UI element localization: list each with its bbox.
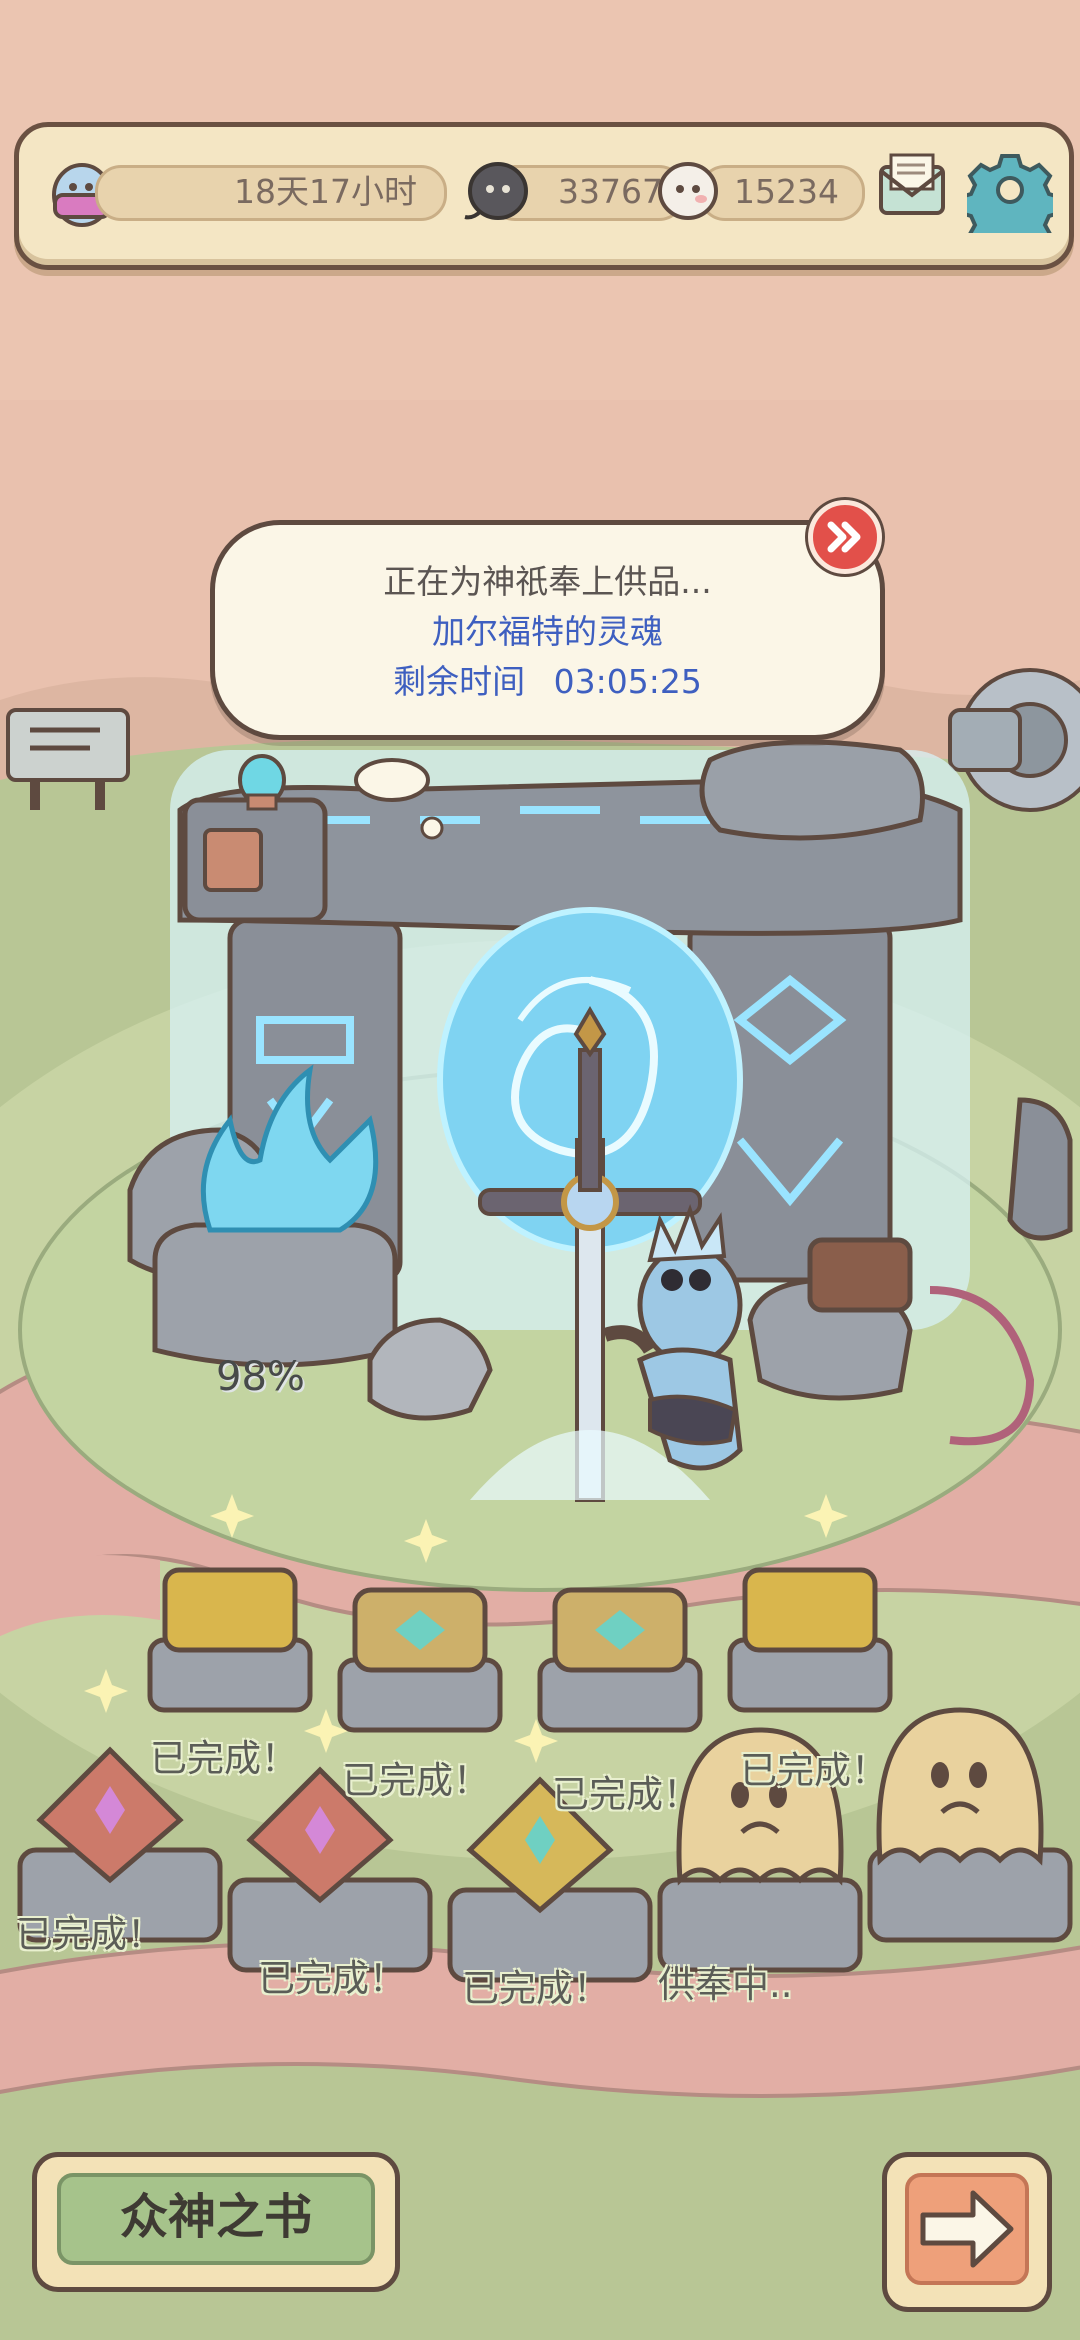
bubble-timer-row: 剩余时间 03:05:25 bbox=[215, 655, 880, 703]
next-button[interactable] bbox=[882, 2152, 1052, 2312]
bubble-soul-name: 加尔福特的灵魂 bbox=[432, 612, 663, 651]
offering-label[interactable]: 已完成！ bbox=[462, 1958, 610, 2012]
timer-value: 03:05:25 bbox=[553, 662, 702, 701]
next-button-face bbox=[905, 2173, 1029, 2285]
offering-label[interactable]: 已完成！ bbox=[552, 1764, 700, 1818]
gear-icon[interactable] bbox=[959, 147, 1061, 256]
status-bar: 18天17小时 33767 15234 bbox=[14, 122, 1074, 270]
offering-label[interactable]: 已完成！ bbox=[258, 1948, 406, 2002]
skip-button[interactable] bbox=[808, 500, 882, 574]
mail-icon[interactable] bbox=[869, 145, 955, 231]
fire-percent: 98% bbox=[216, 1354, 305, 1400]
gods-book-button[interactable]: 众神之书 bbox=[32, 2152, 400, 2292]
dark-currency-value: 33767 bbox=[558, 172, 663, 211]
offering-label[interactable]: 已完成！ bbox=[740, 1740, 888, 1794]
light-soul-icon bbox=[649, 151, 727, 229]
offering-label[interactable]: 已完成！ bbox=[150, 1728, 298, 1782]
gods-book-label: 众神之书 bbox=[57, 2173, 375, 2265]
bubble-status-text: 正在为神祇奉上供品... bbox=[383, 562, 712, 601]
offering-status-bubble: 正在为神祇奉上供品... 加尔福特的灵魂 剩余时间 03:05:25 bbox=[210, 520, 885, 740]
time-remaining: 18天17小时 bbox=[234, 172, 417, 211]
offering-label[interactable]: 已完成！ bbox=[342, 1750, 490, 1804]
offering-label[interactable]: 已完成！ bbox=[16, 1904, 164, 1958]
arrow-right-icon bbox=[920, 2190, 1014, 2268]
dark-soul-icon bbox=[459, 151, 537, 229]
offering-label[interactable]: 供奉中.. bbox=[658, 1954, 793, 2008]
timer-label: 剩余时间 bbox=[393, 662, 526, 701]
fast-forward-icon bbox=[827, 521, 861, 553]
light-currency-value: 15234 bbox=[734, 172, 839, 211]
